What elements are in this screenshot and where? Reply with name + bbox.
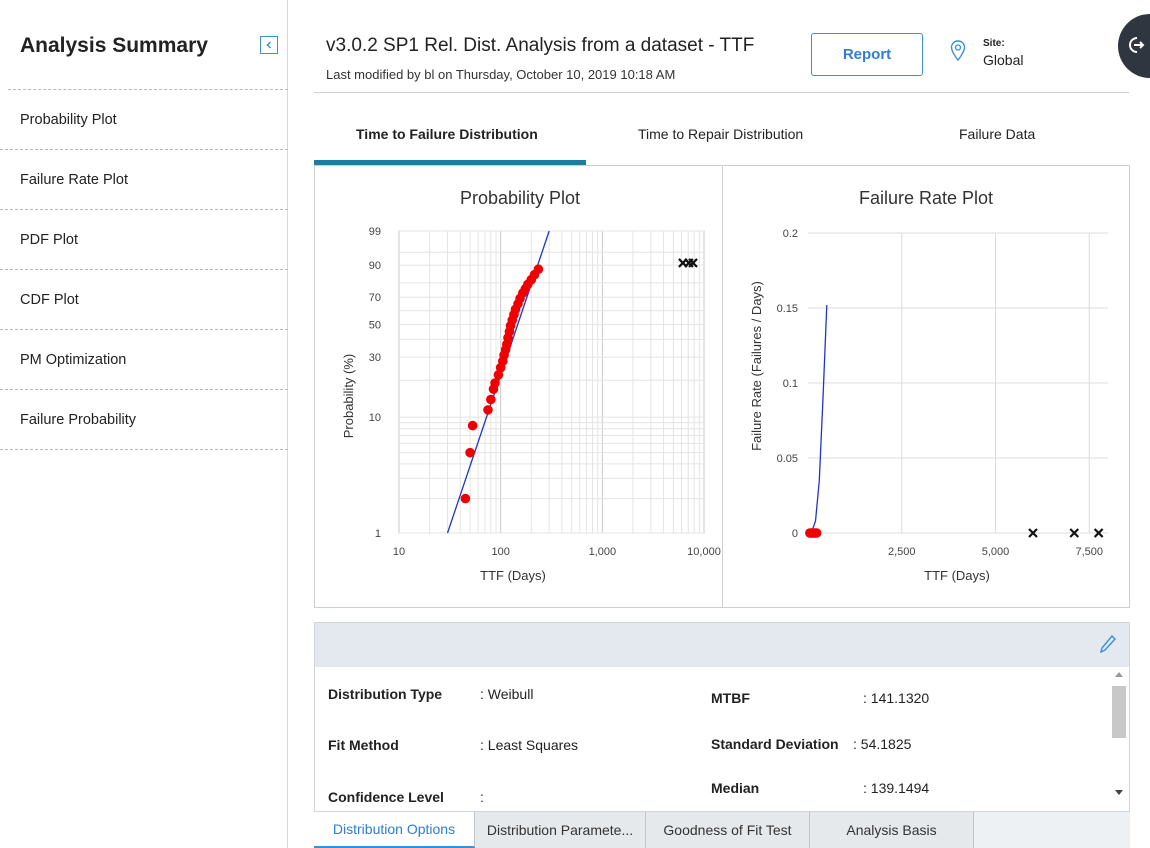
probability-plot-ytick: 1 bbox=[375, 528, 381, 540]
median-label: Median bbox=[711, 780, 760, 796]
probability-plot-xtick: 100 bbox=[491, 546, 509, 558]
probability-plot-ytick: 30 bbox=[369, 352, 381, 364]
distribution-type-value: : Weibull bbox=[480, 686, 534, 702]
probability-plot-failure-point bbox=[486, 394, 496, 405]
pencil-icon[interactable] bbox=[1099, 634, 1117, 659]
details-toolbar bbox=[315, 623, 1129, 667]
tab-goodness-of-fit[interactable]: Goodness of Fit Test bbox=[646, 812, 810, 848]
fit-method-value: : Least Squares bbox=[480, 737, 579, 753]
failure-rate-plot-ytick: 0.1 bbox=[783, 378, 798, 390]
charts-svg: Probability Plot 10 100 1,000 10,000 1 10 30 50… bbox=[341, 188, 1108, 583]
tab-analysis-basis[interactable]: Analysis Basis bbox=[810, 812, 974, 848]
report-button[interactable]: Report bbox=[811, 33, 923, 76]
sidebar-item-cdf-plot[interactable]: CDF Plot bbox=[0, 270, 288, 330]
probability-plot-failure-point bbox=[465, 447, 475, 458]
probability-plot-xtick: 10,000 bbox=[687, 546, 721, 558]
sidebar-list: Probability Plot Failure Rate Plot PDF P… bbox=[0, 89, 288, 450]
failure-rate-plot-xtick: 5,000 bbox=[982, 546, 1010, 558]
probability-plot-title: Probability Plot bbox=[460, 188, 580, 208]
probability-plot-ylabel: Probability (%) bbox=[341, 354, 356, 439]
scroll-up-icon[interactable] bbox=[1115, 672, 1123, 677]
sidebar-item-label: Probability Plot bbox=[20, 112, 117, 128]
tab-failure-data[interactable]: Failure Data bbox=[959, 126, 1035, 142]
confidence-level-label: Confidence Level bbox=[328, 789, 444, 805]
site-value: Global bbox=[983, 52, 1024, 68]
scroll-down-icon[interactable] bbox=[1115, 790, 1123, 795]
probability-plot-ytick: 70 bbox=[369, 292, 381, 304]
tab-time-to-repair[interactable]: Time to Repair Distribution bbox=[638, 126, 803, 142]
failure-rate-plot-xtick: 7,500 bbox=[1075, 546, 1103, 558]
sidebar-item-failure-rate-plot[interactable]: Failure Rate Plot bbox=[0, 150, 288, 210]
header-divider bbox=[314, 92, 1129, 93]
failure-rate-plot-ytick: 0.05 bbox=[777, 453, 798, 465]
probability-plot-failure-point bbox=[533, 264, 544, 275]
standard-deviation-label: Standard Deviation bbox=[711, 736, 839, 752]
probability-plot-xlabel: TTF (Days) bbox=[480, 568, 546, 583]
sidebar-item-failure-probability[interactable]: Failure Probability bbox=[0, 390, 288, 450]
failure-rate-plot-ytick: 0 bbox=[792, 528, 798, 540]
failure-rate-plot-ytick: 0.15 bbox=[777, 303, 798, 315]
tab-time-to-failure[interactable]: Time to Failure Distribution bbox=[356, 126, 538, 142]
sidebar-item-label: Failure Rate Plot bbox=[20, 172, 128, 188]
details-scrollbar[interactable] bbox=[1108, 666, 1130, 810]
standard-deviation-value: : 54.1825 bbox=[853, 736, 912, 752]
probability-plot-ytick: 90 bbox=[369, 260, 381, 272]
page-title: v3.0.2 SP1 Rel. Dist. Analysis from a da… bbox=[326, 35, 755, 56]
fit-method-label: Fit Method bbox=[328, 737, 399, 753]
sidebar-item-pdf-plot[interactable]: PDF Plot bbox=[0, 210, 288, 270]
confidence-level-value: : bbox=[480, 789, 484, 805]
sidebar-item-pm-optimization[interactable]: PM Optimization bbox=[0, 330, 288, 390]
median-value: : 139.1494 bbox=[863, 780, 930, 796]
failure-rate-curve bbox=[807, 304, 828, 534]
probability-plot-xtick: 1,000 bbox=[589, 546, 617, 558]
sidebar-item-label: CDF Plot bbox=[20, 292, 79, 308]
sidebar: Analysis Summary Probability Plot Failur… bbox=[0, 0, 288, 848]
site-label: Site: bbox=[983, 38, 1005, 49]
probability-plot-ytick: 10 bbox=[369, 412, 381, 424]
sidebar-item-probability-plot[interactable]: Probability Plot bbox=[0, 90, 288, 150]
probability-plot-frame bbox=[398, 230, 705, 534]
probability-plot-ytick: 50 bbox=[369, 319, 381, 331]
failure-rate-plot-ylabel: Failure Rate (Failures / Days) bbox=[749, 281, 764, 451]
failure-rate-plot-title: Failure Rate Plot bbox=[859, 188, 993, 208]
sidebar-title: Analysis Summary bbox=[20, 34, 208, 57]
scrollbar-thumb[interactable] bbox=[1112, 686, 1126, 738]
sidebar-item-label: PDF Plot bbox=[20, 232, 79, 248]
bottom-tab-bar: Distribution Options Distribution Parame… bbox=[314, 812, 1130, 848]
sidebar-item-label: Failure Probability bbox=[20, 412, 137, 428]
failure-rate-plot-xtick: 2,500 bbox=[888, 546, 916, 558]
exit-button[interactable] bbox=[1118, 14, 1150, 78]
collapse-left-icon[interactable] bbox=[260, 36, 278, 54]
location-pin-icon bbox=[950, 40, 966, 67]
probability-plot-ytick: 99 bbox=[369, 226, 381, 238]
failure-rate-plot-xlabel: TTF (Days) bbox=[924, 568, 990, 583]
tab-distribution-parameters[interactable]: Distribution Paramete... bbox=[475, 812, 646, 848]
probability-plot-failure-point bbox=[460, 493, 471, 504]
failure-rate-plot-ytick: 0.2 bbox=[783, 228, 798, 240]
mtbf-value: : 141.1320 bbox=[863, 690, 930, 706]
probability-plot-xtick: 10 bbox=[393, 546, 405, 558]
failure-rate-failure-point bbox=[811, 528, 822, 538]
last-modified-text: Last modified by bl on Thursday, October… bbox=[326, 67, 676, 82]
probability-plot-failure-point bbox=[467, 420, 478, 431]
distribution-type-label: Distribution Type bbox=[328, 686, 443, 702]
tab-distribution-options[interactable]: Distribution Options bbox=[314, 812, 475, 848]
mtbf-label: MTBF bbox=[711, 690, 750, 706]
exit-icon bbox=[1129, 37, 1145, 53]
sidebar-item-label: PM Optimization bbox=[20, 352, 127, 368]
chart-panel: Probability Plot 10 100 1,000 10,000 1 10 30 50… bbox=[314, 165, 1130, 608]
probability-plot-failure-point bbox=[483, 405, 493, 415]
